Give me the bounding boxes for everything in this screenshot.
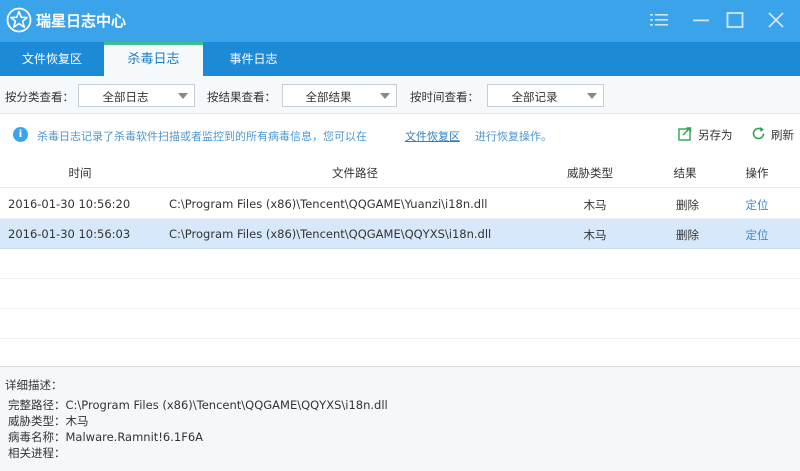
column-header-threat[interactable]: 威胁类型 <box>555 165 625 181</box>
category-select-value: 全部日志 <box>102 90 149 104</box>
close-icon <box>768 12 784 28</box>
detail-title: 详细描述： <box>5 378 63 392</box>
chevron-down-icon <box>178 93 188 99</box>
info-text: 杀毒日志记录了杀毒软件扫描或者监控到的所有病毒信息，您可以在 <box>37 130 367 143</box>
detail-virus-value: Malware.Ramnit!6.1F6A <box>65 430 204 444</box>
rising-logo-icon <box>6 7 32 33</box>
refresh-button[interactable]: 刷新 <box>751 127 799 145</box>
result-select[interactable]: 全部结果 <box>282 84 397 107</box>
detail-threat-type: 威胁类型：木马 <box>8 413 89 429</box>
detail-full-path: 完整路径：C:\Program Files (x86)\Tencent\QQGA… <box>8 397 388 413</box>
detail-full-path-value: C:\Program Files (x86)\Tencent\QQGAME\QQ… <box>65 398 388 412</box>
time-filter-label: 按时间查看： <box>410 90 479 104</box>
title-bar: 瑞星日志中心 <box>0 0 800 42</box>
tab-bar: 文件恢复区 杀毒日志 事件日志 <box>0 42 800 76</box>
row-path: C:\Program Files (x86)\Tencent\QQGAME\Yu… <box>169 197 488 211</box>
refresh-label: 刷新 <box>771 128 794 142</box>
info-icon: i <box>13 127 28 142</box>
empty-row <box>0 249 800 279</box>
close-button[interactable] <box>761 6 791 34</box>
row-time: 2016-01-30 10:56:20 <box>8 197 131 211</box>
save-as-label: 另存为 <box>698 128 733 142</box>
row-result: 删除 <box>676 228 699 242</box>
detail-process-label: 相关进程： <box>8 446 66 460</box>
menu-button[interactable] <box>644 6 674 34</box>
file-recovery-link[interactable]: 文件恢复区 <box>405 128 460 144</box>
category-select[interactable]: 全部日志 <box>78 84 195 107</box>
time-select-value: 全部记录 <box>511 90 558 104</box>
info-bar: i 杀毒日志记录了杀毒软件扫描或者监控到的所有病毒信息，您可以在 文件恢复区 进… <box>0 115 800 155</box>
tab-file-recovery[interactable]: 文件恢复区 <box>0 42 104 76</box>
table-row[interactable]: 2016-01-30 10:56:03 C:\Program Files (x8… <box>0 219 800 249</box>
maximize-button[interactable] <box>720 6 750 34</box>
info-text-suffix: 进行恢复操作。 <box>475 130 552 143</box>
result-filter-label: 按结果查看： <box>207 90 276 104</box>
antivirus-log-table: 时间 文件路径 威胁类型 结果 操作 2016-01-30 10:56:20 C… <box>0 156 800 366</box>
column-header-action[interactable]: 操作 <box>732 165 782 181</box>
result-select-value: 全部结果 <box>305 90 352 104</box>
table-row[interactable]: 2016-01-30 10:56:20 C:\Program Files (x8… <box>0 189 800 219</box>
table-header: 时间 文件路径 威胁类型 结果 操作 <box>0 156 800 188</box>
row-threat: 木马 <box>583 228 607 242</box>
minimize-icon <box>693 19 709 22</box>
app-title: 瑞星日志中心 <box>36 12 127 30</box>
column-header-result[interactable]: 结果 <box>660 165 710 181</box>
refresh-icon <box>752 127 765 140</box>
column-header-time[interactable]: 时间 <box>40 165 120 181</box>
detail-threat-label: 威胁类型： <box>8 414 66 428</box>
detail-virus-name: 病毒名称：Malware.Ramnit!6.1F6A <box>8 429 203 445</box>
empty-row <box>0 279 800 309</box>
detail-threat-value: 木马 <box>65 414 89 428</box>
maximize-icon <box>726 12 744 28</box>
locate-link[interactable]: 定位 <box>732 197 782 213</box>
chevron-down-icon <box>587 93 597 99</box>
detail-full-path-label: 完整路径： <box>8 398 66 412</box>
locate-link[interactable]: 定位 <box>732 227 782 243</box>
chevron-down-icon <box>380 93 390 99</box>
row-result: 删除 <box>676 198 699 212</box>
empty-row <box>0 309 800 339</box>
row-threat: 木马 <box>583 198 607 212</box>
time-select[interactable]: 全部记录 <box>487 84 604 107</box>
filter-bar: 按分类查看： 全部日志 按结果查看： 全部结果 按时间查看： 全部记录 <box>0 76 800 114</box>
empty-row <box>0 339 800 369</box>
column-header-path[interactable]: 文件路径 <box>300 165 410 181</box>
save-as-button[interactable]: 另存为 <box>678 127 740 145</box>
menu-icon <box>650 14 668 26</box>
row-time: 2016-01-30 10:56:03 <box>8 227 131 241</box>
detail-panel: 详细描述： 完整路径：C:\Program Files (x86)\Tencen… <box>0 366 800 471</box>
row-path: C:\Program Files (x86)\Tencent\QQGAME\QQ… <box>169 227 492 241</box>
category-filter-label: 按分类查看： <box>5 90 74 104</box>
tab-antivirus-log[interactable]: 杀毒日志 <box>104 42 203 76</box>
detail-virus-label: 病毒名称： <box>8 430 66 444</box>
tab-event-log[interactable]: 事件日志 <box>203 42 304 76</box>
export-icon <box>678 127 692 141</box>
minimize-button[interactable] <box>686 6 716 34</box>
detail-process: 相关进程： <box>8 445 66 461</box>
